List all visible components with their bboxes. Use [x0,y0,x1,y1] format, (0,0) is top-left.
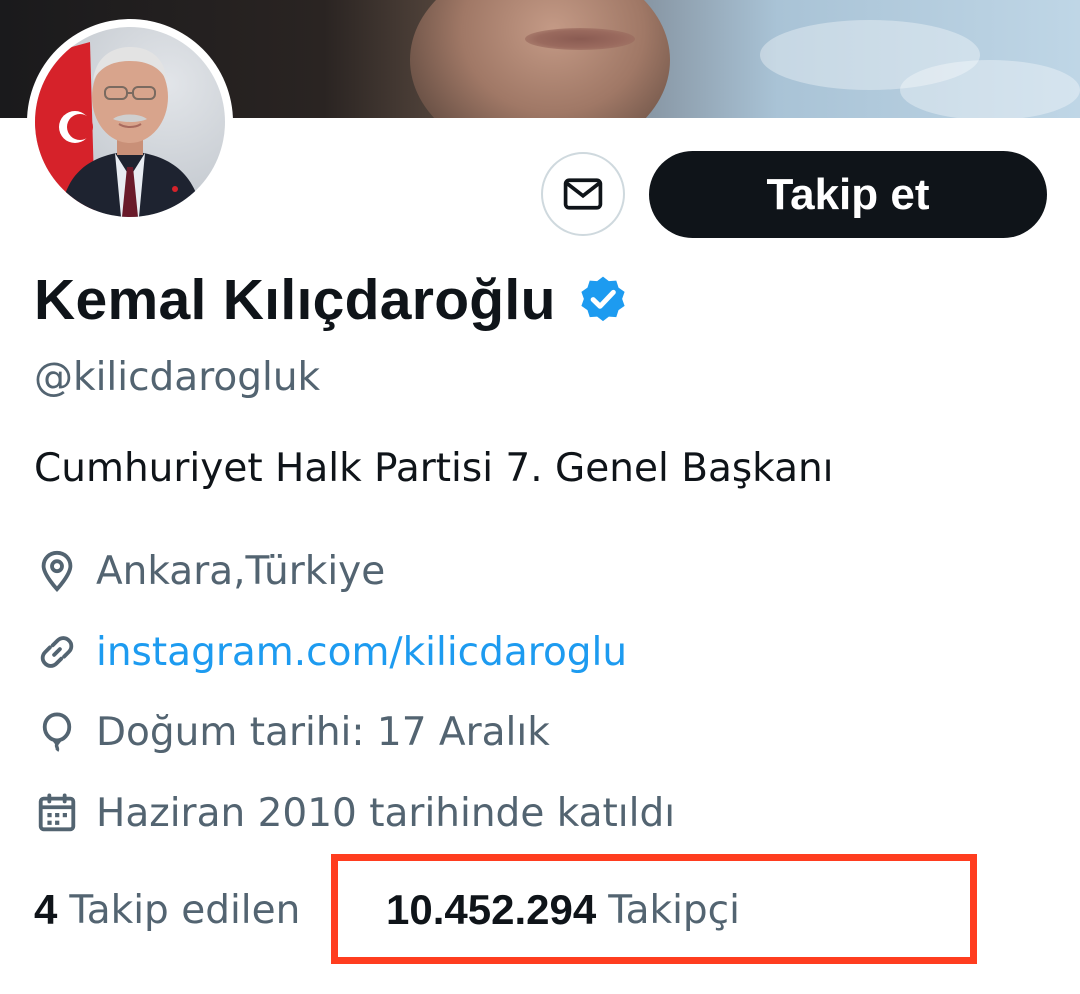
joined-row: Haziran 2010 tarihinde katıldı [34,788,675,838]
birthday-row: Doğum tarihi: 17 Aralık [34,707,550,757]
website-link[interactable]: instagram.com/kilicdaroglu [96,630,627,675]
location-row: Ankara,Türkiye [34,546,385,596]
following-count: 4 [34,886,58,933]
joined-text: Haziran 2010 tarihinde katıldı [96,790,676,836]
banner-face [410,0,670,118]
following-link[interactable]: 4 Takip edilen [34,886,300,934]
highlight-annotation-box [331,854,977,964]
envelope-icon [563,178,603,210]
link-icon [40,636,74,668]
calendar-icon [38,793,76,832]
birthday-text: Doğum tarihi: 17 Aralık [96,709,550,755]
message-button[interactable] [541,152,625,236]
name-row: Kemal Kılıçdaroğlu [34,265,630,335]
follow-button[interactable]: Takip et [649,151,1047,238]
balloon-icon [42,712,72,752]
avatar[interactable] [27,19,233,225]
display-name: Kemal Kılıçdaroğlu [34,268,556,332]
bio: Cumhuriyet Halk Partisi 7. Genel Başkanı [34,446,834,491]
verified-badge-icon [581,276,625,322]
location-text: Ankara,Türkiye [96,548,386,594]
avatar-photo [35,27,225,217]
follow-stats: 4 Takip edilen 10.452.294 Takipçi [34,880,740,940]
user-handle: @kilicdarogluk [34,355,321,400]
banner-lips [525,28,635,50]
following-label: Takip edilen [69,887,301,933]
website-row: instagram.com/kilicdaroglu [34,627,627,677]
location-pin-icon [41,550,73,593]
